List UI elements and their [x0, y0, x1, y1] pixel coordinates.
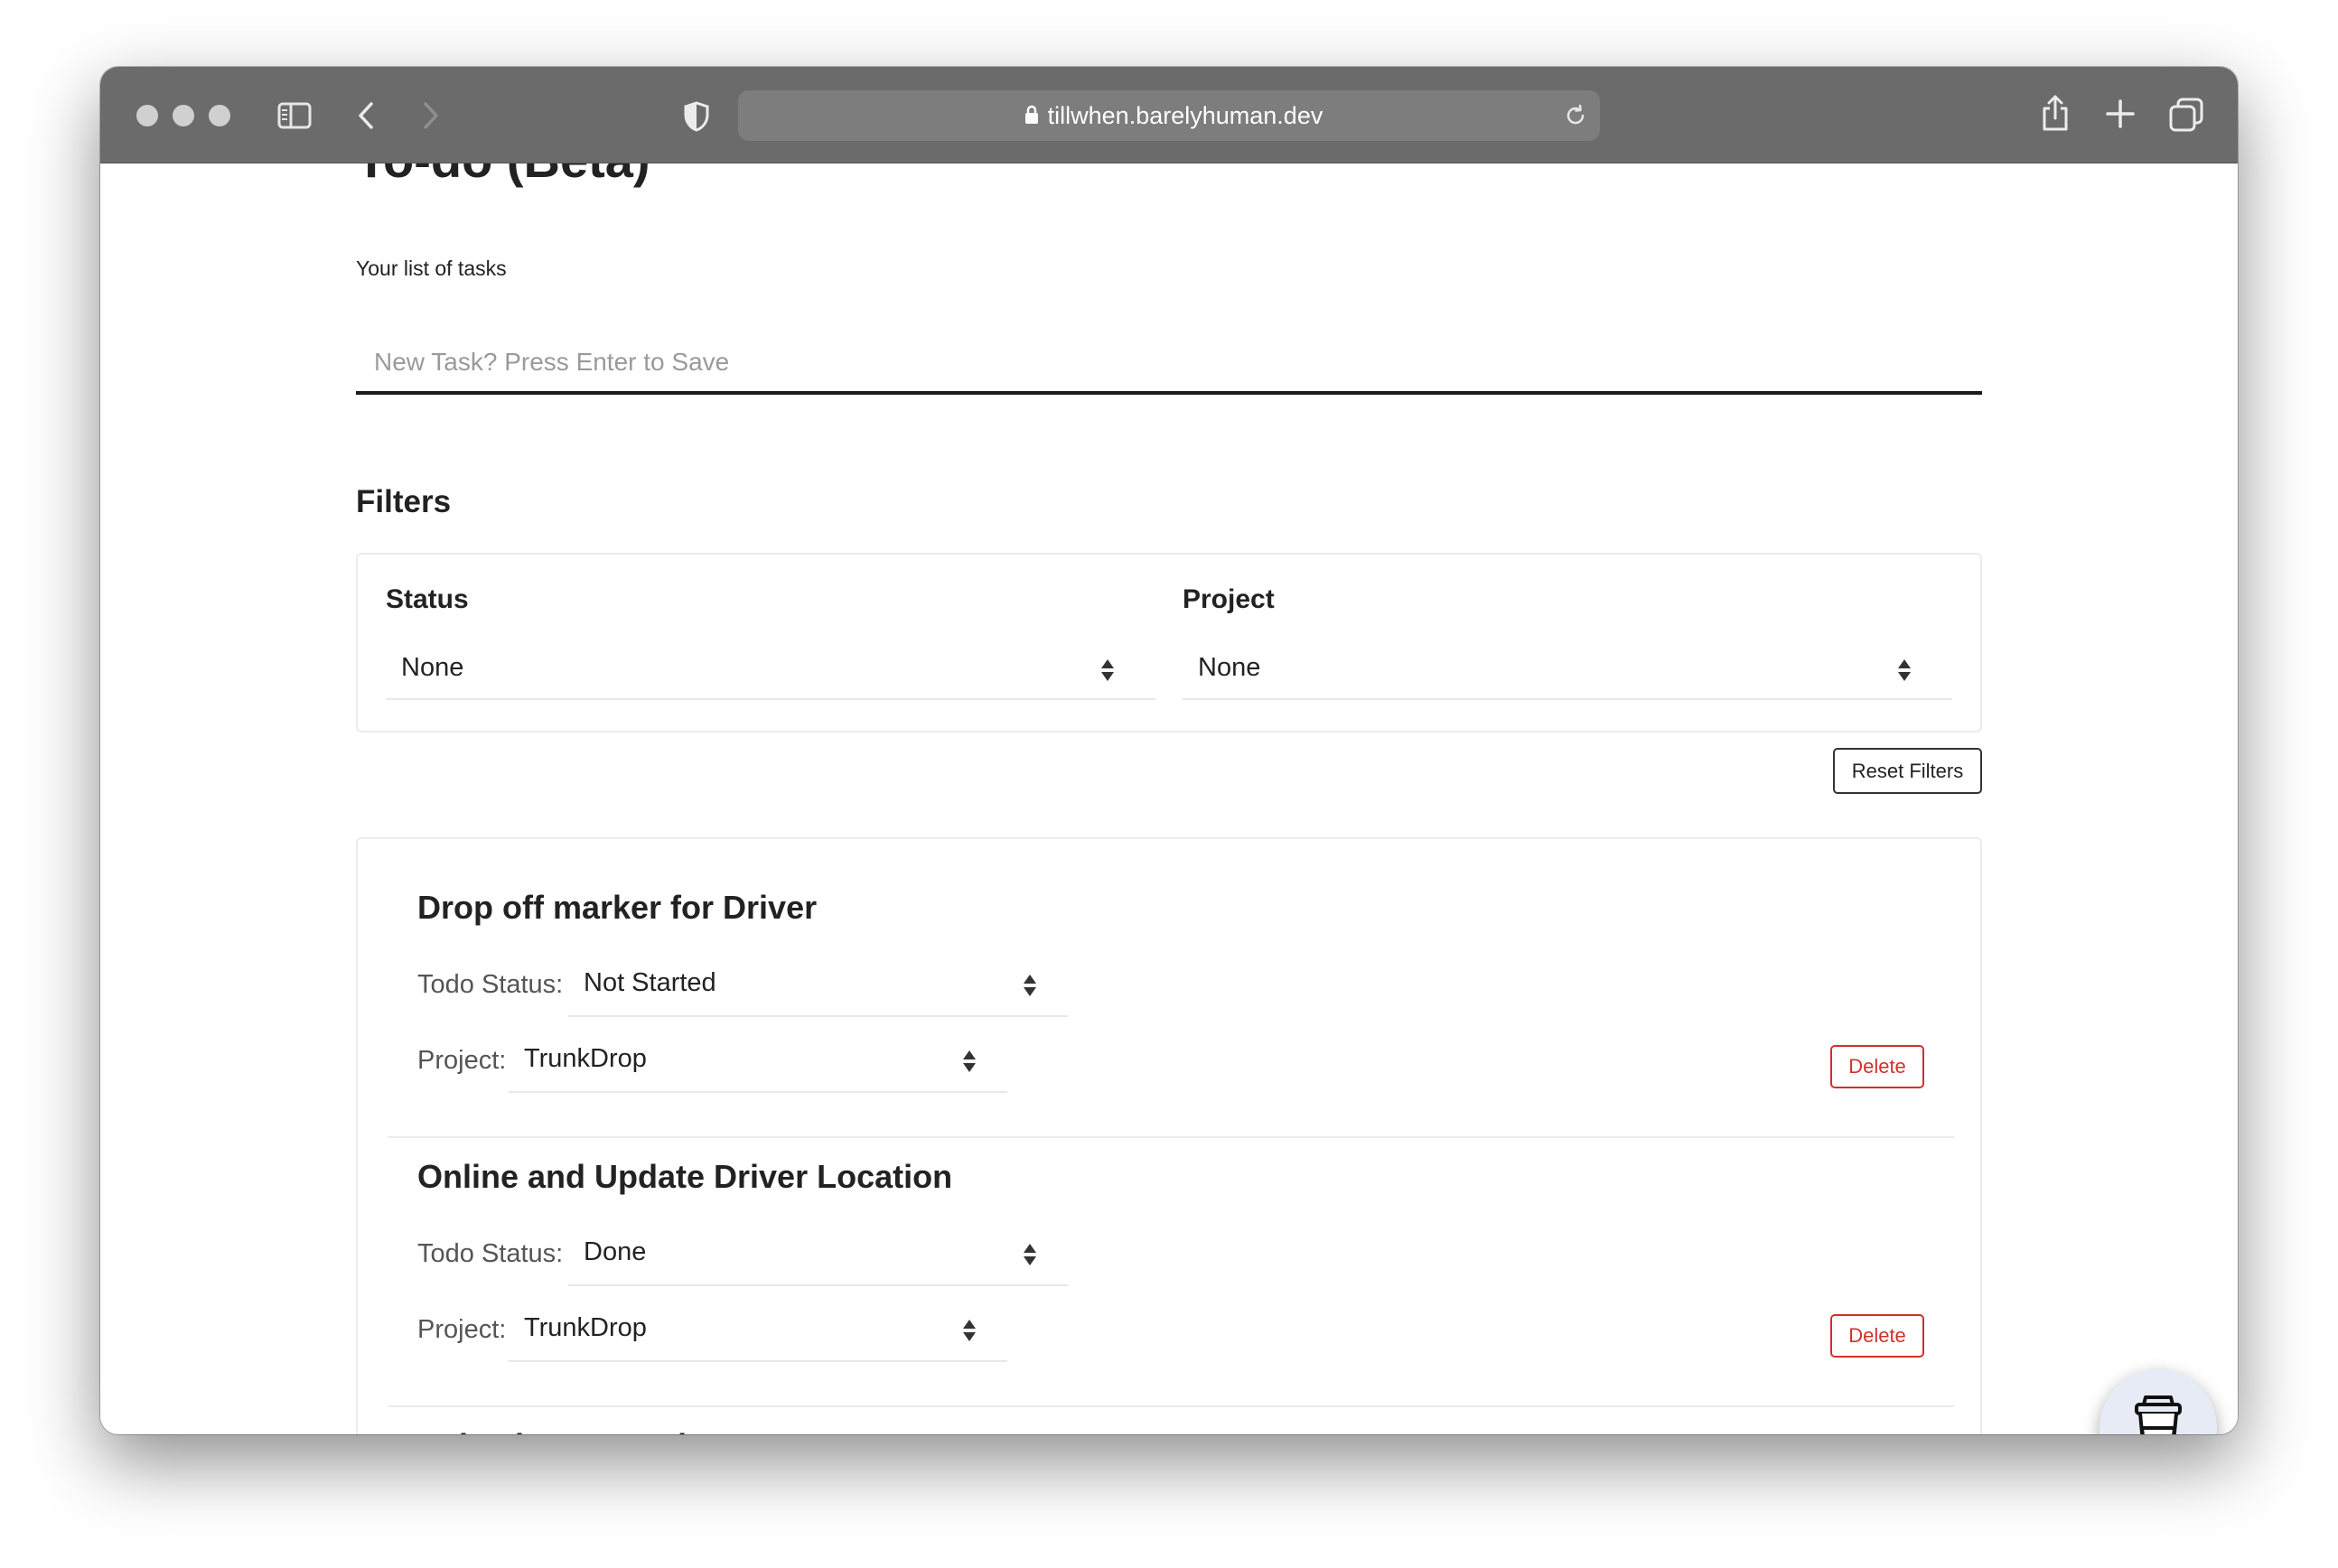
select-arrows-icon	[1898, 659, 1911, 681]
task-status-value: Done	[584, 1237, 647, 1266]
task-divider	[388, 1136, 1954, 1138]
project-filter-label: Project	[1183, 584, 1275, 614]
task-title: Poly Line Examples	[417, 1427, 723, 1434]
zoom-window-button[interactable]	[209, 105, 230, 126]
task-status-select[interactable]: Not Started	[568, 957, 1068, 1017]
sidebar-icon[interactable]	[277, 102, 312, 129]
back-icon[interactable]	[357, 101, 375, 130]
url-label: tillwhen.barelyhuman.dev	[1047, 102, 1323, 129]
task-project-label: Project:	[417, 1046, 507, 1075]
forward-icon[interactable]	[422, 101, 440, 130]
page-subtitle: Your list of tasks	[356, 257, 507, 280]
reload-icon[interactable]	[1564, 104, 1587, 127]
new-tab-icon[interactable]	[2106, 99, 2135, 128]
task-status-label: Todo Status:	[417, 970, 564, 999]
lock-icon	[1024, 106, 1038, 125]
select-arrows-icon	[963, 1050, 976, 1072]
task-project-value: TrunkDrop	[524, 1044, 647, 1073]
shield-icon[interactable]	[683, 101, 710, 132]
project-filter-select[interactable]: None	[1183, 639, 1952, 700]
task-status-value: Not Started	[584, 968, 716, 997]
project-filter-value: None	[1198, 653, 1261, 682]
address-bar-text: tillwhen.barelyhuman.dev	[738, 90, 1600, 141]
filters-heading: Filters	[356, 484, 452, 519]
share-icon[interactable]	[2041, 94, 2070, 132]
task-project-field: Project: TrunkDrop	[417, 1033, 1014, 1093]
task-divider	[388, 1405, 1954, 1407]
minimize-window-button[interactable]	[173, 105, 194, 126]
delete-task-button[interactable]: Delete	[1830, 1045, 1924, 1088]
browser-toolbar: tillwhen.barelyhuman.dev	[100, 67, 2238, 163]
close-window-button[interactable]	[136, 105, 158, 126]
tabs-overview-icon[interactable]	[2169, 98, 2203, 132]
select-arrows-icon	[1101, 659, 1114, 681]
delete-task-button[interactable]: Delete	[1830, 1314, 1924, 1358]
task-title: Online and Update Driver Location	[417, 1158, 953, 1195]
task-status-select[interactable]: Done	[568, 1227, 1068, 1286]
task-title: Drop off marker for Driver	[417, 889, 818, 926]
new-task-input[interactable]	[356, 332, 1982, 395]
buy-me-a-coffee-button[interactable]	[2100, 1369, 2217, 1434]
status-filter-label: Status	[386, 584, 469, 614]
task-project-field: Project: TrunkDrop	[417, 1302, 1014, 1362]
task-status-field: Todo Status: Done	[417, 1227, 1068, 1286]
browser-window: tillwhen.barelyhuman.dev To-do (Beta) Yo…	[100, 67, 2238, 1434]
task-status-label: Todo Status:	[417, 1239, 564, 1268]
task-project-select[interactable]: TrunkDrop	[509, 1033, 1007, 1093]
select-arrows-icon	[963, 1320, 976, 1341]
filters-panel: Status None Project None	[356, 553, 1982, 733]
address-bar[interactable]: tillwhen.barelyhuman.dev	[738, 90, 1600, 141]
select-arrows-icon	[1024, 975, 1036, 996]
reset-filters-button[interactable]: Reset Filters	[1833, 748, 1982, 794]
task-project-label: Project:	[417, 1315, 507, 1344]
coffee-cup-icon	[2135, 1395, 2182, 1434]
task-list: Drop off marker for Driver Todo Status: …	[356, 837, 1982, 1434]
status-filter-select[interactable]: None	[386, 639, 1155, 700]
page-title: To-do (Beta)	[356, 163, 650, 198]
task-project-value: TrunkDrop	[524, 1313, 647, 1342]
page-content: To-do (Beta) Your list of tasks Filters …	[100, 163, 2238, 1434]
status-filter-value: None	[401, 653, 464, 682]
task-project-select[interactable]: TrunkDrop	[509, 1302, 1007, 1362]
select-arrows-icon	[1024, 1244, 1036, 1265]
task-status-field: Todo Status: Not Started	[417, 957, 1068, 1017]
